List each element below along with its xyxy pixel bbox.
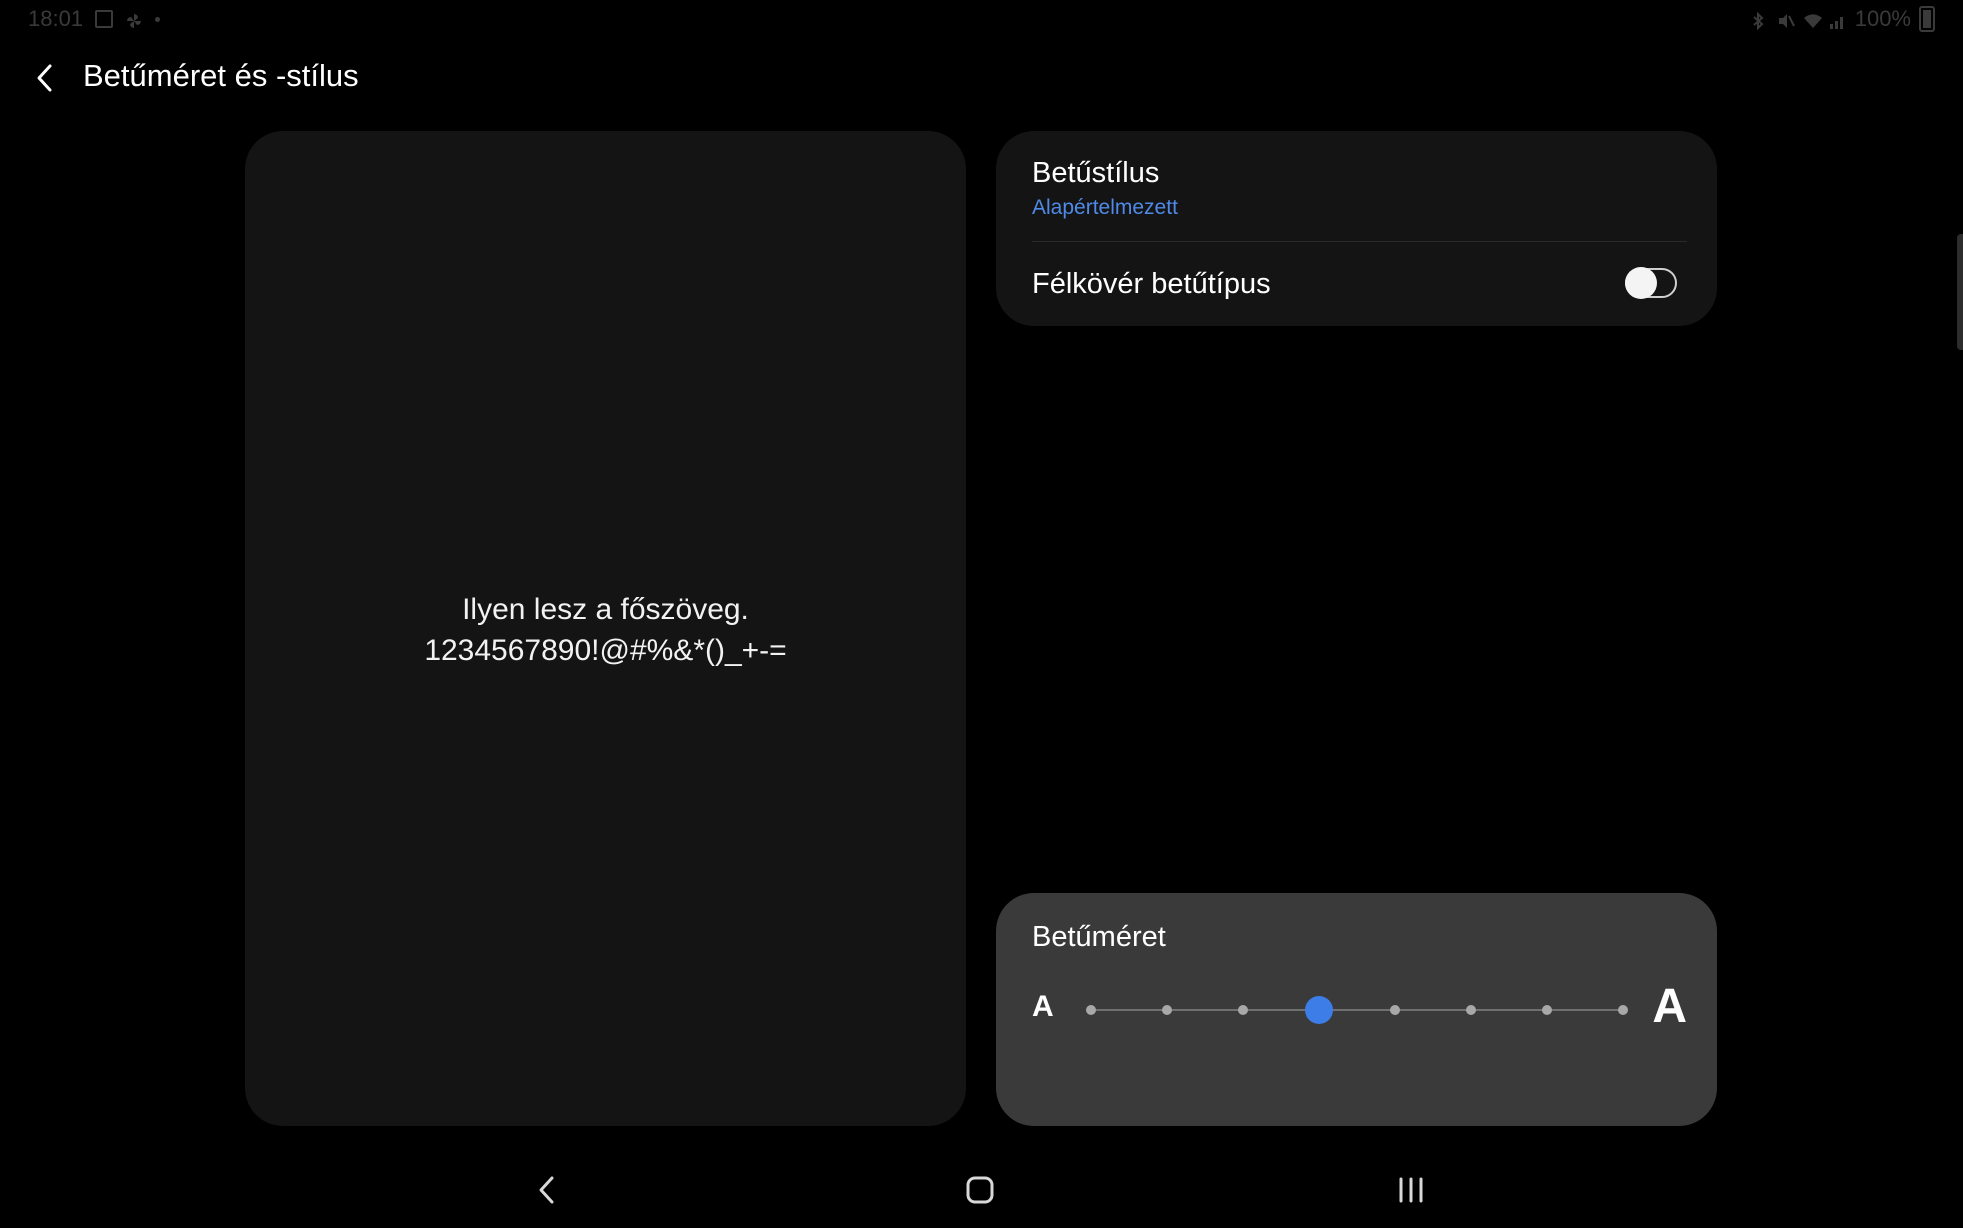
nav-home-icon (966, 1176, 994, 1204)
font-size-card: Betűméret A A (996, 893, 1717, 1126)
page-title: Betűméret és -stílus (83, 58, 359, 93)
gallery-notification-icon (95, 10, 114, 28)
divider (1032, 241, 1687, 242)
bluetooth-icon (1751, 10, 1769, 31)
font-style-card: Betűstílus Alapértelmezett Félkövér betű… (996, 131, 1717, 326)
nav-recents-icon (1399, 1177, 1423, 1203)
nav-recents-button[interactable] (1391, 1170, 1431, 1210)
slider-stop[interactable] (1542, 1005, 1552, 1015)
font-size-slider[interactable] (1086, 996, 1628, 1024)
large-a-glyph: A (1652, 980, 1687, 1033)
battery-icon (1919, 6, 1935, 32)
slider-stop[interactable] (1618, 1005, 1628, 1015)
status-left: 18:01 (28, 6, 161, 32)
font-style-value: Alapértelmezett (1032, 196, 1178, 219)
battery-percent: 100% (1854, 6, 1911, 31)
preview-line-2: 1234567890!@#%&*()_+-= (424, 634, 787, 667)
status-time: 18:01 (28, 6, 84, 31)
preview-text: Ilyen lesz a főszöveg. 1234567890!@#%&*(… (245, 589, 966, 671)
slider-stop[interactable] (1238, 1005, 1248, 1015)
text-preview-card: Ilyen lesz a főszöveg. 1234567890!@#%&*(… (245, 131, 966, 1126)
toggle-knob (1625, 267, 1657, 299)
nav-back-icon (539, 1176, 554, 1204)
font-size-title: Betűméret (1032, 921, 1166, 953)
status-right: 100% (1751, 6, 1935, 32)
small-a-glyph: A (1032, 990, 1054, 1023)
slider-stop[interactable] (1390, 1005, 1400, 1015)
edge-panel-handle[interactable] (1957, 234, 1963, 350)
back-button[interactable] (28, 60, 64, 96)
slider-stop[interactable] (1162, 1005, 1172, 1015)
nav-home-button[interactable] (960, 1170, 1000, 1210)
slider-thumb[interactable] (1305, 996, 1333, 1024)
slider-stop[interactable] (1086, 1005, 1096, 1015)
more-notifications-dot-icon (155, 16, 161, 22)
wifi-icon (1803, 10, 1822, 28)
font-style-item[interactable]: Betűstílus Alapértelmezett (1032, 157, 1178, 220)
bold-font-toggle[interactable] (1625, 267, 1677, 299)
signal-icon (1829, 10, 1847, 29)
nav-back-button[interactable] (528, 1170, 568, 1210)
bold-font-label[interactable]: Félkövér betűtípus (1032, 268, 1271, 301)
preview-line-1: Ilyen lesz a főszöveg. (462, 593, 749, 626)
font-style-label: Betűstílus (1032, 157, 1160, 189)
mute-icon (1777, 10, 1795, 28)
slider-stop[interactable] (1466, 1005, 1476, 1015)
status-bar: 18:01 100% (0, 0, 1963, 36)
chevron-left-icon (37, 64, 52, 92)
navigation-bar (0, 1150, 1963, 1228)
fan-notification-icon (125, 10, 143, 28)
